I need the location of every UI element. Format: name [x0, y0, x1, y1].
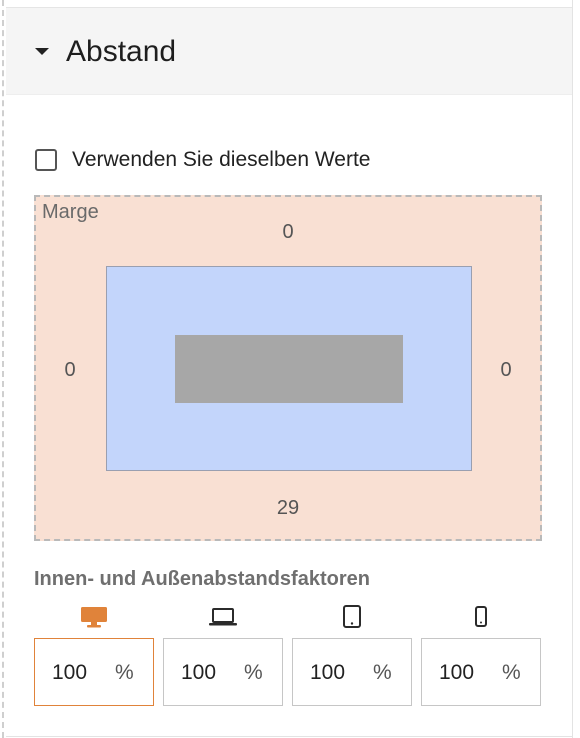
phone-factor-value[interactable]: 100 — [439, 661, 474, 685]
margin-top-value[interactable]: 0 — [258, 221, 318, 244]
tablet-factor-field[interactable]: 100 % — [292, 638, 412, 706]
margin-right-value[interactable]: 0 — [476, 359, 536, 382]
same-values-option[interactable]: Verwenden Sie dieselben Werte — [35, 146, 370, 174]
margin-box: Marge 0 0 0 29 — [34, 195, 542, 541]
panel-right-border — [572, 0, 573, 738]
content-box — [175, 335, 403, 403]
desktop-factor-value[interactable]: 100 — [52, 661, 87, 685]
device-tab-desktop[interactable] — [34, 602, 154, 632]
same-values-label: Verwenden Sie dieselben Werte — [72, 148, 371, 171]
laptop-icon — [207, 606, 239, 628]
desktop-factor-field[interactable]: 100 % — [34, 638, 154, 706]
tablet-icon — [341, 604, 363, 630]
caret-down-icon[interactable] — [35, 48, 49, 55]
laptop-factor-value[interactable]: 100 — [181, 661, 216, 685]
tablet-factor-value[interactable]: 100 — [310, 661, 345, 685]
margin-label: Marge — [42, 201, 99, 223]
desktop-icon — [79, 605, 109, 629]
margin-left-value[interactable]: 0 — [40, 359, 100, 382]
phone-icon — [472, 604, 490, 630]
desktop-factor-unit: % — [115, 661, 134, 684]
same-values-checkbox[interactable] — [35, 149, 57, 171]
factors-title: Innen- und Außenabstandsfaktoren — [34, 568, 370, 590]
panel-bottom-border — [6, 736, 572, 737]
device-tab-tablet[interactable] — [292, 602, 412, 632]
laptop-factor-unit: % — [244, 661, 263, 684]
section-header[interactable]: Abstand — [6, 7, 572, 95]
device-tab-phone[interactable] — [421, 602, 541, 632]
device-tab-laptop[interactable] — [163, 602, 283, 632]
spacing-panel: Abstand Verwenden Sie dieselben Werte Ma… — [0, 0, 580, 738]
panel-left-border — [2, 0, 4, 738]
tablet-factor-unit: % — [373, 661, 392, 684]
section-title: Abstand — [66, 35, 177, 68]
margin-bottom-value[interactable]: 29 — [258, 497, 318, 520]
phone-factor-unit: % — [502, 661, 521, 684]
padding-box — [106, 266, 472, 471]
laptop-factor-field[interactable]: 100 % — [163, 638, 283, 706]
phone-factor-field[interactable]: 100 % — [421, 638, 541, 706]
